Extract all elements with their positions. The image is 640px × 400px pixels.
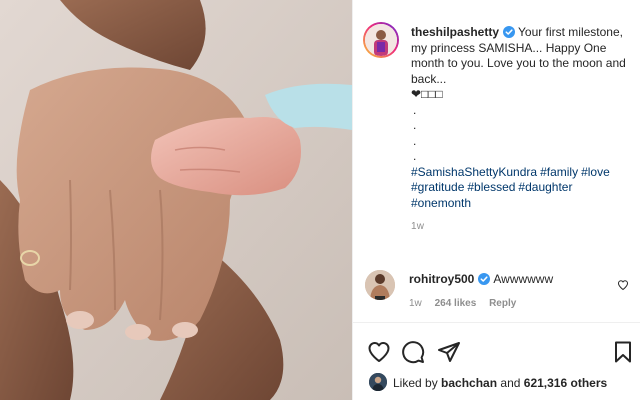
comment-bubble-icon[interactable] <box>401 340 425 364</box>
hashtag-link[interactable]: #blessed <box>467 180 515 194</box>
like-heart-icon[interactable] <box>367 340 391 364</box>
liked-by-others[interactable]: 621,316 others <box>524 376 607 390</box>
caption-dot: . <box>413 149 417 163</box>
comment-username[interactable]: rohitroy500 <box>409 272 474 286</box>
section-divider <box>353 322 640 323</box>
caption-dots: . . . . <box>411 103 633 165</box>
save-bookmark-icon[interactable] <box>611 340 635 364</box>
hashtag-link[interactable]: #gratitude <box>411 180 464 194</box>
post-photo-illustration <box>0 0 352 400</box>
caption-dot: . <box>413 118 417 132</box>
hashtag-link[interactable]: #daughter <box>518 180 572 194</box>
verified-badge-icon <box>478 273 491 285</box>
comment-reply-button[interactable]: Reply <box>489 298 516 309</box>
liked-by-row: Liked by bachchan and 621,316 others <box>369 372 639 394</box>
liked-by-text: Liked by bachchan and 621,316 others <box>393 376 607 390</box>
comment-item: rohitroy500 Awwwwww 1w 264 likes Reply <box>363 264 633 314</box>
verified-badge-icon <box>503 26 516 38</box>
hashtag-link[interactable]: #family <box>540 165 578 179</box>
caption-hashtags: #SamishaShettyKundra #family #love #gratit… <box>411 165 633 212</box>
commenter-avatar[interactable] <box>365 270 395 300</box>
liked-by-user[interactable]: bachchan <box>441 376 497 390</box>
share-paper-plane-icon[interactable] <box>437 340 461 364</box>
hashtag-link[interactable]: #onemonth <box>411 196 471 210</box>
liked-by-joiner: and <box>500 376 521 390</box>
comment-text: Awwwwww <box>493 272 554 286</box>
caption-timestamp[interactable]: 1w <box>411 219 633 235</box>
caption-dot: . <box>413 102 417 117</box>
comment-likes-count[interactable]: 264 likes <box>435 298 477 309</box>
post-comments-area[interactable]: theshilpashetty Your first milestone, my… <box>353 0 640 322</box>
caption-emoji-line: ❤︎□□□ <box>411 87 443 101</box>
comment-like-heart-icon[interactable] <box>617 278 629 291</box>
comment-timestamp[interactable]: 1w <box>409 298 422 309</box>
author-avatar[interactable] <box>363 22 399 58</box>
comment-body: rohitroy500 Awwwwww <box>409 272 553 286</box>
liked-by-prefix: Liked by <box>393 376 438 390</box>
author-avatar-image <box>365 24 397 56</box>
liked-by-avatar[interactable] <box>369 373 387 391</box>
post-side-panel: theshilpashetty Your first milestone, my… <box>352 0 640 400</box>
hashtag-link[interactable]: #love <box>581 165 610 179</box>
caption-username[interactable]: theshilpashetty <box>411 25 499 39</box>
post-image[interactable] <box>0 0 352 400</box>
hashtag-link[interactable]: #SamishaShettyKundra <box>411 165 537 179</box>
post-actions-bar <box>353 340 640 368</box>
liked-by-avatar-image <box>369 373 387 391</box>
post-caption: theshilpashetty Your first milestone, my… <box>411 25 633 235</box>
caption-dot: . <box>413 133 417 148</box>
commenter-avatar-image <box>365 270 395 300</box>
comment-meta: 1w 264 likes Reply <box>409 298 526 309</box>
